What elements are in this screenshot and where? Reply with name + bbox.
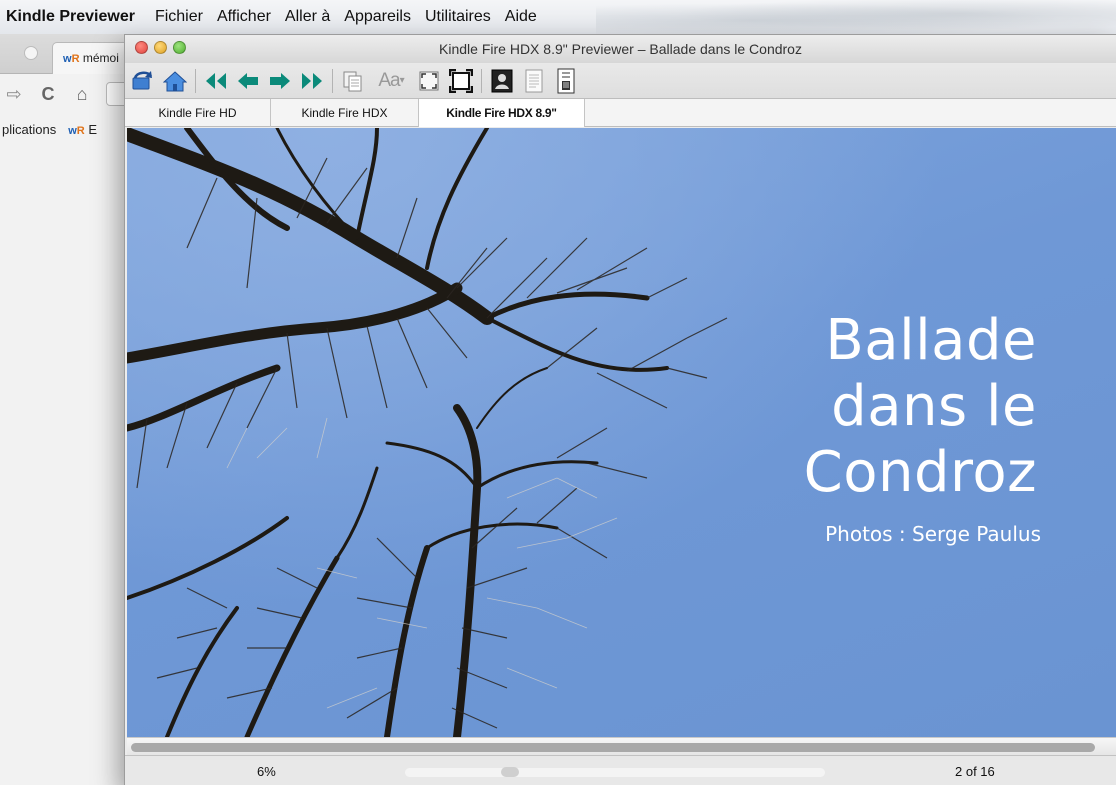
window-controls — [135, 41, 186, 54]
forward-icon[interactable]: ⇨ — [4, 84, 24, 105]
menu-aide[interactable]: Aide — [505, 8, 537, 26]
tab-kindle-fire-hdx-8-9[interactable]: Kindle Fire HDX 8.9" — [419, 99, 585, 127]
horizontal-scrollbar[interactable] — [127, 737, 1116, 755]
progress-slider-knob[interactable] — [501, 767, 519, 777]
document-view-icon[interactable] — [520, 67, 548, 95]
menu-afficher[interactable]: Afficher — [217, 8, 271, 26]
window-titlebar[interactable]: Kindle Fire HDX 8.9" Previewer – Ballade… — [125, 35, 1116, 63]
status-bar: 6% 2 of 16 — [125, 755, 1116, 785]
scrollbar-thumb[interactable] — [131, 743, 1095, 752]
menu-aller-a[interactable]: Aller à — [285, 8, 330, 26]
home-icon[interactable] — [161, 67, 189, 95]
menu-bar: Kindle Previewer Fichier Afficher Aller … — [0, 0, 1116, 34]
app-menu[interactable]: Kindle Previewer — [6, 8, 135, 26]
bookmark-wr[interactable]: wR E — [68, 122, 97, 137]
browser-tab-close-icon[interactable] — [24, 46, 38, 60]
reload-icon[interactable]: C — [38, 84, 58, 105]
browser-tab-title: mémoi — [82, 51, 119, 65]
page-location: 2 of 16 — [955, 764, 995, 779]
previous-page-icon[interactable] — [234, 67, 262, 95]
cover-title-line: Ballade — [825, 308, 1037, 373]
close-window-button[interactable] — [135, 41, 148, 54]
first-page-icon[interactable] — [202, 67, 230, 95]
wr-favicon-icon: wR — [63, 53, 80, 65]
device-tabs: Kindle Fire HD Kindle Fire HDX Kindle Fi… — [125, 99, 1116, 127]
font-size-label: Aa — [378, 69, 400, 91]
window-title: Kindle Fire HDX 8.9" Previewer – Ballade… — [439, 41, 802, 57]
toolbar-separator — [481, 68, 482, 93]
info-panel-icon[interactable] — [552, 67, 580, 95]
toolbar-separator — [332, 68, 333, 93]
toolbar: Aa ▾ — [125, 63, 1116, 99]
font-size-icon[interactable]: Aa ▾ — [371, 67, 411, 95]
kindle-previewer-window: Kindle Fire HDX 8.9" Previewer – Ballade… — [124, 34, 1116, 785]
rotate-icon[interactable] — [129, 67, 157, 95]
copy-icon[interactable] — [339, 67, 367, 95]
toolbar-separator — [195, 68, 196, 93]
home-icon[interactable]: ⌂ — [72, 84, 92, 105]
book-page[interactable]: Ballade dans le Condroz Photos : Serge P… — [127, 128, 1116, 737]
tab-kindle-fire-hdx[interactable]: Kindle Fire HDX — [271, 99, 419, 127]
bookmark-wr-label: E — [88, 121, 98, 137]
menu-fichier[interactable]: Fichier — [155, 8, 203, 26]
reading-progress-slider[interactable] — [405, 767, 825, 777]
wr-favicon-icon: wR — [68, 124, 85, 137]
menu-appareils[interactable]: Appareils — [344, 8, 411, 26]
fullscreen-icon[interactable] — [447, 67, 475, 95]
cover-title: Ballade dans le Condroz — [677, 308, 1037, 506]
reading-progress-percent: 6% — [257, 764, 276, 779]
bookmark-applications[interactable]: plications — [2, 122, 56, 137]
cover-title-line: Condroz — [803, 440, 1037, 505]
zoom-window-button[interactable] — [173, 41, 186, 54]
cover-view-icon[interactable] — [488, 67, 516, 95]
menu-utilitaires[interactable]: Utilitaires — [425, 8, 491, 26]
desktop-wallpaper-trees — [596, 0, 1116, 34]
cover-title-line: dans le — [831, 374, 1037, 439]
next-page-icon[interactable] — [266, 67, 294, 95]
tab-kindle-fire-hd[interactable]: Kindle Fire HD — [125, 99, 271, 127]
fit-page-icon[interactable] — [415, 67, 443, 95]
last-page-icon[interactable] — [298, 67, 326, 95]
minimize-window-button[interactable] — [154, 41, 167, 54]
cover-subtitle: Photos : Serge Paulus — [825, 522, 1041, 546]
